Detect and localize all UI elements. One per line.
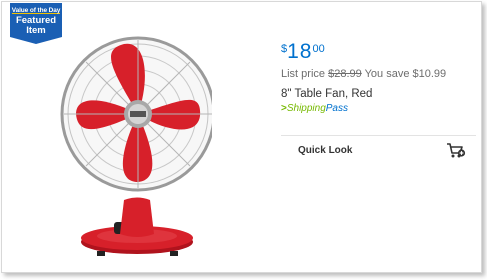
price-currency: $ [281,43,288,55]
shippingpass-ship: Shipping [286,103,326,114]
add-to-cart-button[interactable] [446,142,466,160]
product-title[interactable]: 8" Table Fan, Red [281,88,372,100]
shippingpass-label: >ShippingPass [281,103,348,114]
quick-look-button[interactable]: Quick Look [298,145,352,156]
price-cents: 00 [312,43,325,55]
list-price-line: List price $28.99 You save $10.99 [281,68,446,80]
divider [281,135,476,136]
price-dollars: 18 [287,40,313,63]
list-price-value: $28.99 [328,68,362,80]
sale-price: $1800 [281,40,325,64]
list-price-label: List price [281,68,326,80]
add-to-cart-icon [447,143,466,158]
product-card[interactable]: Value of the Day Featured Item $1800 Lis… [1,1,482,273]
savings-text: You save $10.99 [364,68,447,80]
product-image[interactable] [42,10,212,260]
shippingpass-pass: Pass [325,103,348,114]
